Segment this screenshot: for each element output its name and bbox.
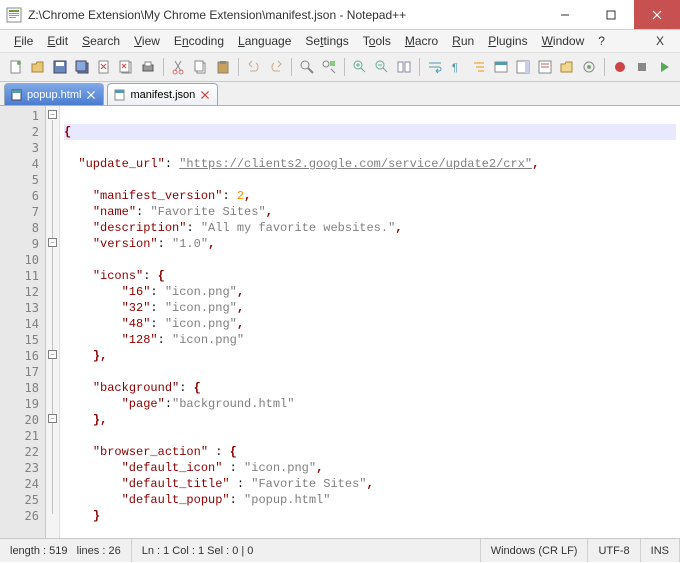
- app-icon: [6, 7, 22, 23]
- tab-close-icon[interactable]: [85, 89, 97, 101]
- stop-macro-icon[interactable]: [632, 57, 652, 77]
- show-all-chars-icon[interactable]: ¶: [447, 57, 467, 77]
- record-macro-icon[interactable]: [610, 57, 630, 77]
- open-file-icon[interactable]: [28, 57, 48, 77]
- menu-view[interactable]: View: [128, 32, 166, 50]
- redo-icon[interactable]: [266, 57, 286, 77]
- fold-toggle-icon[interactable]: −: [48, 238, 57, 247]
- doc-map-icon[interactable]: [513, 57, 533, 77]
- maximize-button[interactable]: [588, 0, 634, 29]
- play-macro-icon[interactable]: [654, 57, 674, 77]
- zoom-out-icon[interactable]: [372, 57, 392, 77]
- status-length: length : 519 lines : 26: [0, 539, 132, 562]
- undo-icon[interactable]: [244, 57, 264, 77]
- titlebar: Z:\Chrome Extension\My Chrome Extension\…: [0, 0, 680, 30]
- menu-edit[interactable]: Edit: [41, 32, 74, 50]
- print-icon[interactable]: [138, 57, 158, 77]
- editor-area[interactable]: 12345 678910 1112131415 1617181920 21222…: [0, 106, 680, 538]
- menu-macro[interactable]: Macro: [399, 32, 444, 50]
- cut-icon[interactable]: [169, 57, 189, 77]
- fold-toggle-icon[interactable]: −: [48, 414, 57, 423]
- toolbar: ¶: [0, 52, 680, 82]
- tab-bar: popup.html manifest.json: [0, 82, 680, 106]
- tab-label: manifest.json: [130, 89, 195, 101]
- save-all-icon[interactable]: [72, 57, 92, 77]
- menu-tools[interactable]: Tools: [357, 32, 397, 50]
- status-eol[interactable]: Windows (CR LF): [481, 539, 589, 562]
- fold-column: − − − −: [46, 106, 60, 538]
- menu-file[interactable]: File: [8, 32, 39, 50]
- status-encoding[interactable]: UTF-8: [588, 539, 640, 562]
- status-position: Ln : 1 Col : 1 Sel : 0 | 0: [132, 539, 481, 562]
- word-wrap-icon[interactable]: [425, 57, 445, 77]
- file-icon: [11, 89, 23, 101]
- minimize-button[interactable]: [542, 0, 588, 29]
- paste-icon[interactable]: [213, 57, 233, 77]
- new-file-icon[interactable]: [6, 57, 26, 77]
- user-lang-icon[interactable]: [491, 57, 511, 77]
- menu-language[interactable]: Language: [232, 32, 297, 50]
- window-title: Z:\Chrome Extension\My Chrome Extension\…: [28, 8, 542, 22]
- tab-manifest-json[interactable]: manifest.json: [107, 83, 218, 105]
- menu-settings[interactable]: Settings: [299, 32, 354, 50]
- monitoring-icon[interactable]: [579, 57, 599, 77]
- menu-close-x[interactable]: X: [648, 32, 672, 50]
- func-list-icon[interactable]: [535, 57, 555, 77]
- folder-workspace-icon[interactable]: [557, 57, 577, 77]
- menu-run[interactable]: Run: [446, 32, 480, 50]
- menu-window[interactable]: Window: [536, 32, 591, 50]
- menubar: File Edit Search View Encoding Language …: [0, 30, 680, 52]
- indent-guide-icon[interactable]: [469, 57, 489, 77]
- svg-text:¶: ¶: [452, 62, 458, 74]
- file-icon: [114, 89, 126, 101]
- menu-help[interactable]: ?: [592, 32, 611, 50]
- tab-close-icon[interactable]: [199, 89, 211, 101]
- status-bar: length : 519 lines : 26 Ln : 1 Col : 1 S…: [0, 538, 680, 562]
- status-mode[interactable]: INS: [641, 539, 680, 562]
- save-icon[interactable]: [50, 57, 70, 77]
- close-file-icon[interactable]: [94, 57, 114, 77]
- menu-encoding[interactable]: Encoding: [168, 32, 230, 50]
- close-button[interactable]: [634, 0, 680, 29]
- menu-plugins[interactable]: Plugins: [482, 32, 533, 50]
- close-all-icon[interactable]: [116, 57, 136, 77]
- menu-search[interactable]: Search: [76, 32, 126, 50]
- copy-icon[interactable]: [191, 57, 211, 77]
- fold-toggle-icon[interactable]: −: [48, 110, 57, 119]
- replace-icon[interactable]: [319, 57, 339, 77]
- tab-popup-html[interactable]: popup.html: [4, 83, 104, 105]
- sync-scroll-icon[interactable]: [394, 57, 414, 77]
- fold-toggle-icon[interactable]: −: [48, 350, 57, 359]
- tab-label: popup.html: [27, 89, 81, 101]
- code-editor[interactable]: { "update_url": "https://clients2.google…: [60, 106, 680, 538]
- find-icon[interactable]: [297, 57, 317, 77]
- window-controls: [542, 0, 680, 29]
- zoom-in-icon[interactable]: [350, 57, 370, 77]
- line-number-gutter: 12345 678910 1112131415 1617181920 21222…: [0, 106, 46, 538]
